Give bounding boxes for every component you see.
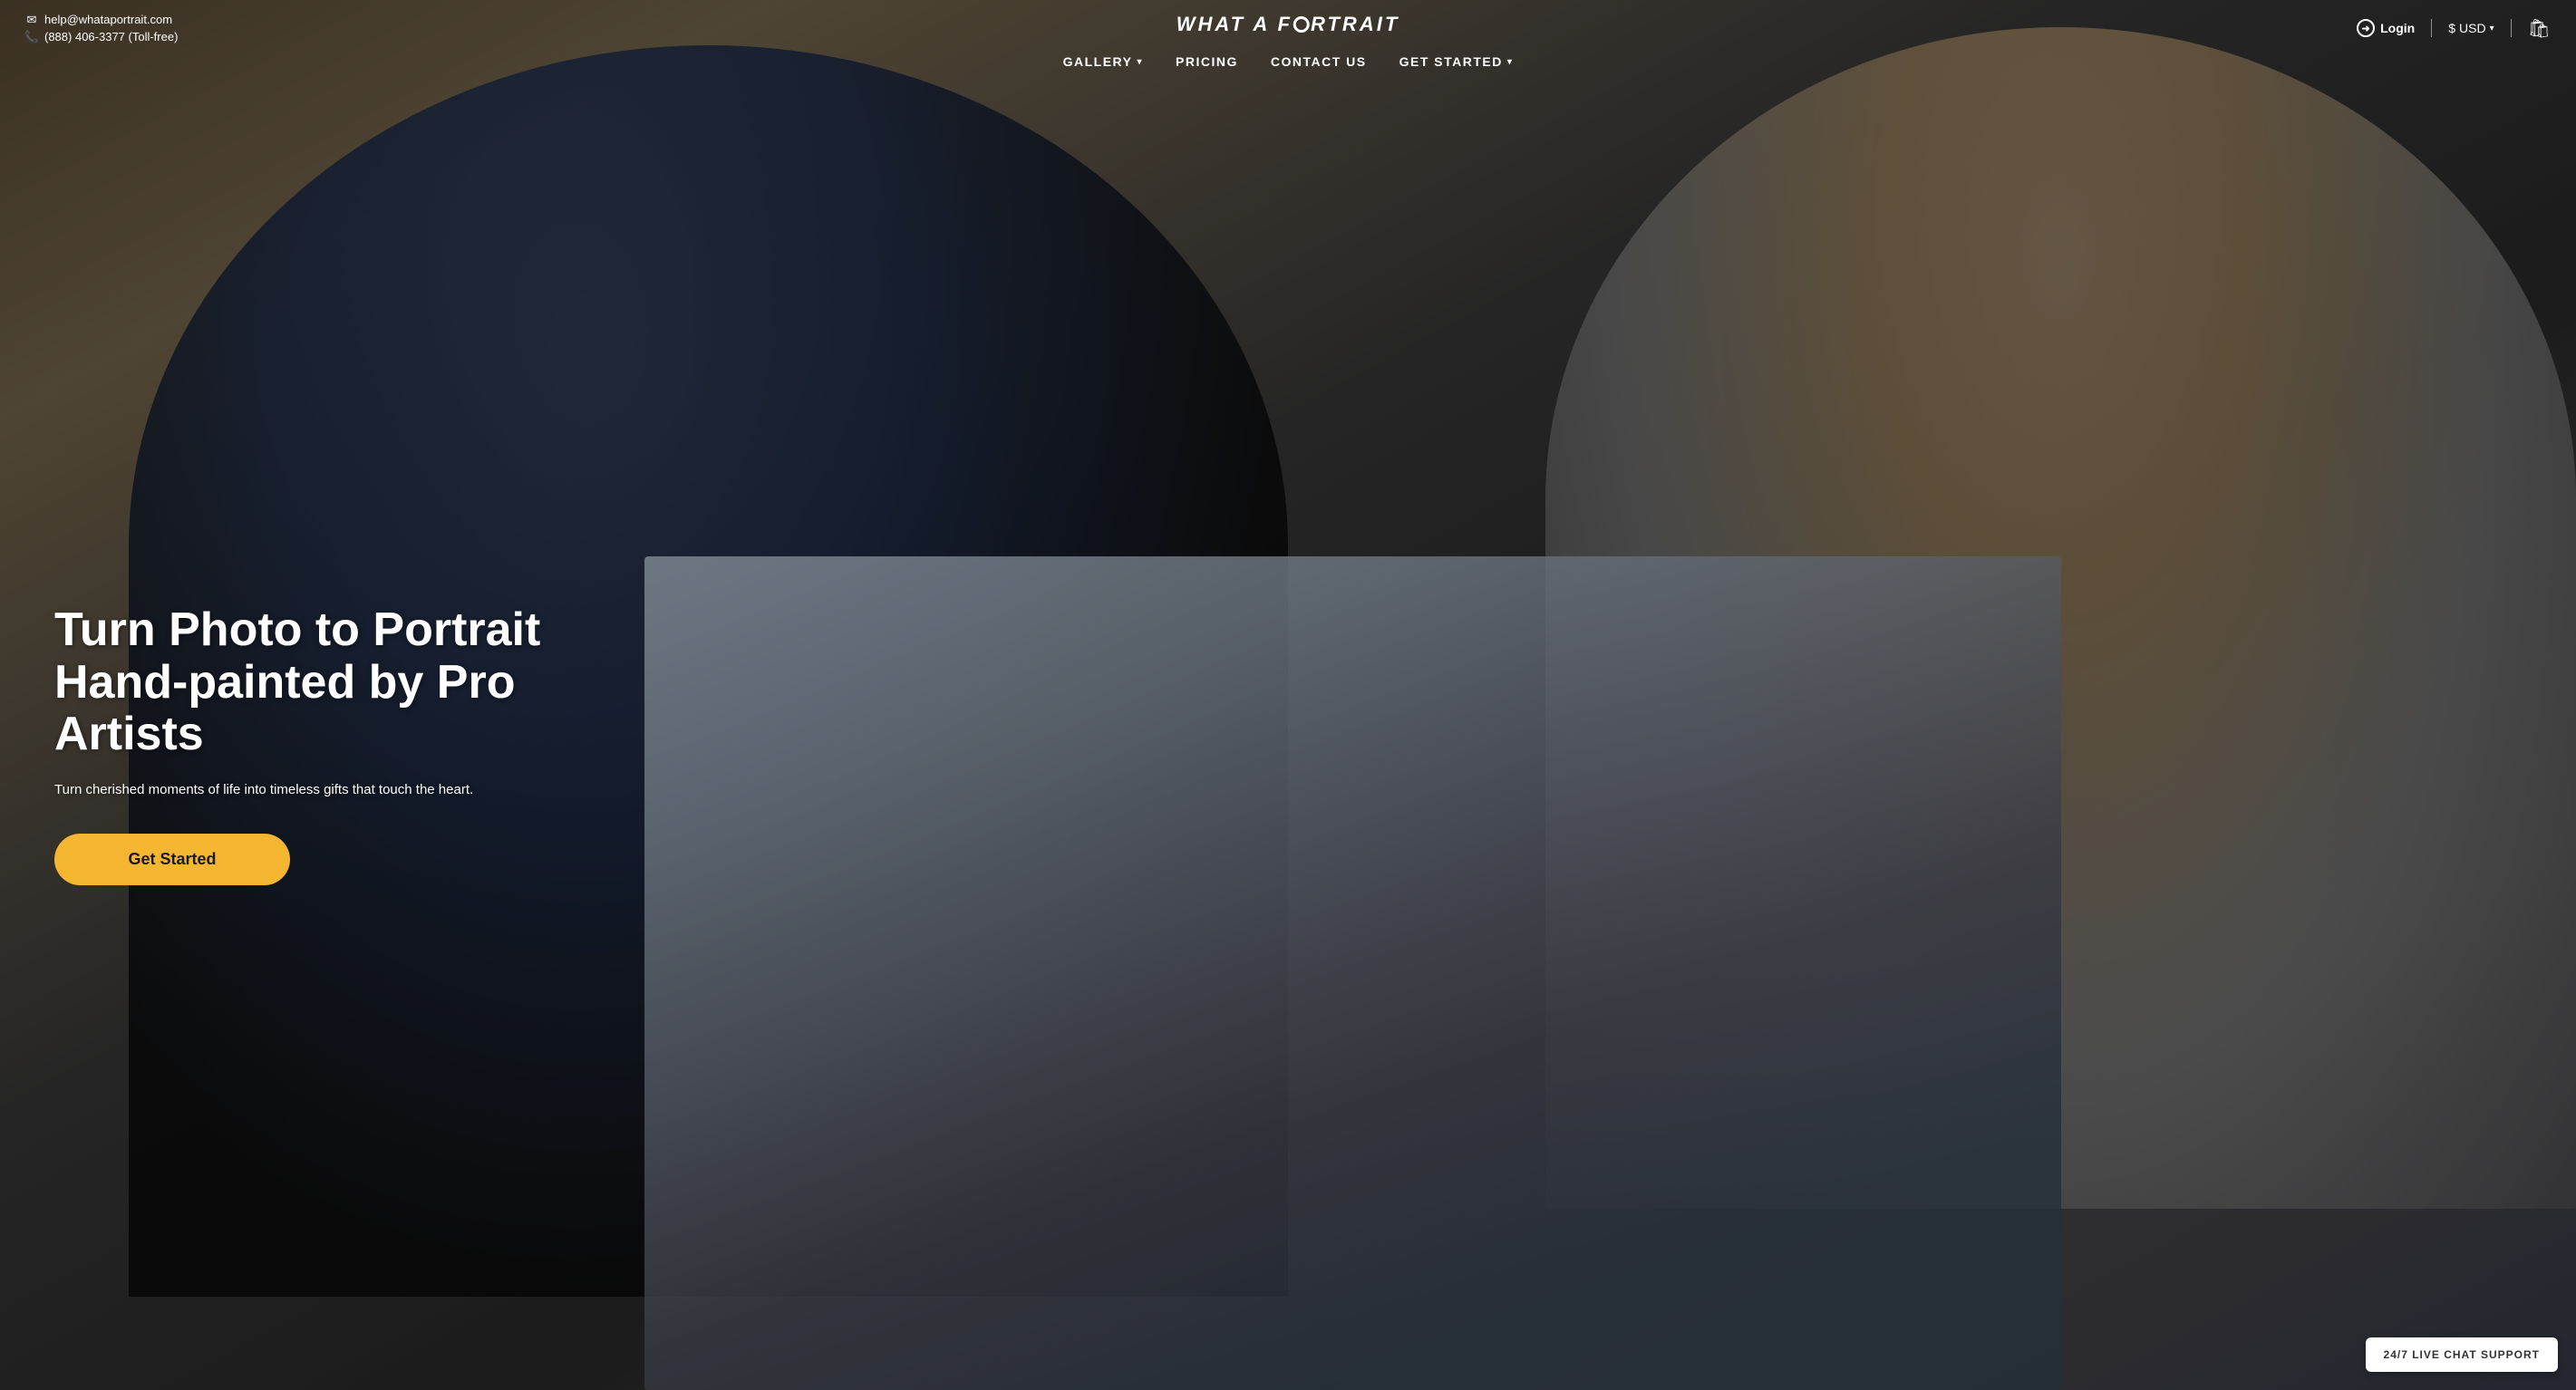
hero-title-line2: Hand-painted by Pro bbox=[54, 656, 515, 709]
nav-get-started-label: GET STARTED bbox=[1399, 54, 1503, 69]
logo-container[interactable]: WHAT A FRTRAIT bbox=[1177, 13, 1400, 36]
email-icon: ✉ bbox=[25, 14, 38, 26]
currency-selector[interactable]: $ USD ▾ bbox=[2448, 21, 2494, 35]
phone-contact[interactable]: 📞 (888) 406-3377 (Toll-free) bbox=[25, 30, 178, 43]
main-nav: GALLERY ▾ PRICING CONTACT US GET STARTED… bbox=[1063, 54, 1514, 69]
hero-title: Turn Photo to Portrait Hand-painted by P… bbox=[54, 604, 1243, 760]
login-button[interactable]: ➜ Login bbox=[2357, 19, 2415, 37]
nav-get-started[interactable]: GET STARTED ▾ bbox=[1399, 54, 1514, 69]
contact-info: ✉ help@whataportrait.com 📞 (888) 406-337… bbox=[25, 13, 178, 43]
page-wrapper: ✉ help@whataportrait.com 📞 (888) 406-337… bbox=[0, 0, 2576, 1390]
get-started-chevron-icon: ▾ bbox=[1507, 57, 1514, 67]
nav-pricing[interactable]: PRICING bbox=[1176, 54, 1238, 69]
nav-contact-label: CONTACT US bbox=[1271, 54, 1367, 69]
gallery-chevron-icon: ▾ bbox=[1137, 57, 1143, 67]
email-address: help@whataportrait.com bbox=[44, 13, 172, 26]
cart-icon[interactable]: 🛍 bbox=[2528, 17, 2551, 40]
nav-gallery-label: GALLERY bbox=[1063, 54, 1133, 69]
login-label: Login bbox=[2380, 21, 2415, 35]
hero-subtitle: Turn cherished moments of life into time… bbox=[54, 780, 1243, 801]
divider bbox=[2431, 19, 2432, 37]
phone-icon: 📞 bbox=[25, 31, 38, 43]
nav-pricing-label: PRICING bbox=[1176, 54, 1238, 69]
site-logo: WHAT A FRTRAIT bbox=[1177, 13, 1400, 36]
live-chat-badge[interactable]: 24/7 LIVE CHAT SUPPORT bbox=[2366, 1337, 2558, 1372]
hero-content: Turn Photo to Portrait Hand-painted by P… bbox=[0, 100, 1288, 1390]
nav-contact[interactable]: CONTACT US bbox=[1271, 54, 1367, 69]
hero-title-line1: Turn Photo to Portrait bbox=[54, 603, 540, 656]
currency-symbol: $ bbox=[2448, 21, 2455, 35]
get-started-cta-button[interactable]: Get Started bbox=[54, 834, 290, 885]
top-bar-right: ➜ Login $ USD ▾ 🛍 bbox=[2357, 17, 2551, 40]
hero-title-line3: Artists bbox=[54, 708, 204, 760]
phone-number: (888) 406-3377 (Toll-free) bbox=[44, 30, 178, 43]
logo-o-shape bbox=[1293, 16, 1310, 33]
nav-gallery[interactable]: GALLERY ▾ bbox=[1063, 54, 1143, 69]
divider2 bbox=[2511, 19, 2512, 37]
email-contact[interactable]: ✉ help@whataportrait.com bbox=[25, 13, 178, 26]
login-arrow-icon: ➜ bbox=[2357, 19, 2375, 37]
top-bar: ✉ help@whataportrait.com 📞 (888) 406-337… bbox=[0, 0, 2576, 56]
currency-chevron-icon: ▾ bbox=[2490, 24, 2494, 34]
currency-label: USD bbox=[2459, 21, 2486, 35]
